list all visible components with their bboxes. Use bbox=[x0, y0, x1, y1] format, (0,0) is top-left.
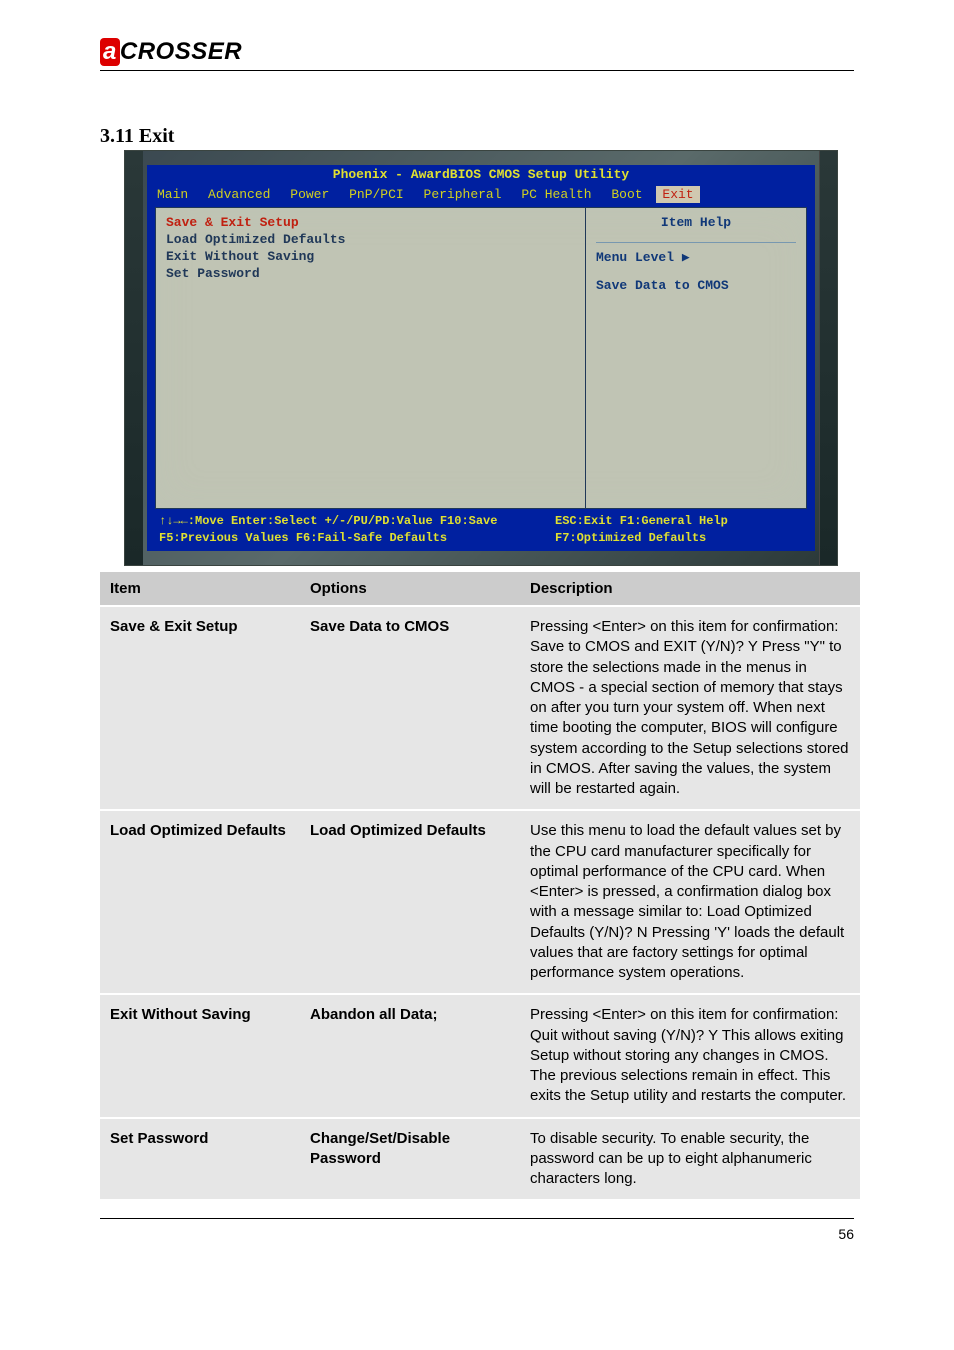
brand-logo: aCROSSER bbox=[100, 38, 854, 66]
bios-tab-advanced[interactable]: Advanced bbox=[202, 187, 276, 202]
page-number: 56 bbox=[838, 1226, 854, 1242]
bios-menu-level: Menu Level ▶ bbox=[596, 249, 796, 267]
td-description: Pressing <Enter> on this item for confir… bbox=[520, 994, 860, 1117]
monitor-bezel-left bbox=[125, 151, 143, 565]
bios-body: Save & Exit Setup Load Optimized Default… bbox=[155, 207, 807, 509]
settings-table: Item Options Description Save & Exit Set… bbox=[100, 572, 860, 1199]
td-item: Save & Exit Setup bbox=[100, 606, 300, 810]
td-item: Set Password bbox=[100, 1118, 300, 1200]
bios-tab-main[interactable]: Main bbox=[151, 187, 194, 202]
bios-menu-bar: Main Advanced Power PnP/PCI Peripheral P… bbox=[147, 185, 815, 205]
th-options: Options bbox=[300, 572, 520, 606]
bios-title: Phoenix - AwardBIOS CMOS Setup Utility bbox=[147, 165, 815, 185]
header-rule bbox=[100, 70, 854, 71]
td-item: Load Optimized Defaults bbox=[100, 810, 300, 994]
bios-footer-line1-right: ESC:Exit F1:General Help bbox=[555, 513, 728, 530]
table-row: Exit Without Saving Abandon all Data; Pr… bbox=[100, 994, 860, 1117]
bios-footer-line2-left: F5:Previous Values F6:Fail-Safe Defaults bbox=[155, 530, 555, 547]
table-row: Load Optimized Defaults Load Optimized D… bbox=[100, 810, 860, 994]
bios-item-load-optimized[interactable]: Load Optimized Defaults bbox=[166, 231, 575, 248]
bios-item-exit-nosave[interactable]: Exit Without Saving bbox=[166, 248, 575, 265]
logo-prefix: a bbox=[100, 38, 120, 66]
td-item: Exit Without Saving bbox=[100, 994, 300, 1117]
table-header-row: Item Options Description bbox=[100, 572, 860, 606]
table-row: Set Password Change/Set/Disable Password… bbox=[100, 1118, 860, 1200]
bios-screen: Phoenix - AwardBIOS CMOS Setup Utility M… bbox=[147, 165, 815, 551]
bios-tab-pnppci[interactable]: PnP/PCI bbox=[343, 187, 410, 202]
bios-tab-pchealth[interactable]: PC Health bbox=[515, 187, 597, 202]
bios-help-desc: Save Data to CMOS bbox=[596, 277, 796, 295]
td-options: Abandon all Data; bbox=[300, 994, 520, 1117]
bios-left-panel: Save & Exit Setup Load Optimized Default… bbox=[156, 208, 585, 508]
bios-footer-line2-right: F7:Optimized Defaults bbox=[555, 530, 706, 547]
page-footer-rule bbox=[100, 1218, 854, 1219]
bios-tab-exit[interactable]: Exit bbox=[656, 186, 699, 203]
table-row: Save & Exit Setup Save Data to CMOS Pres… bbox=[100, 606, 860, 810]
bios-footer: ↑↓→←:Move Enter:Select +/-/PU/PD:Value F… bbox=[155, 511, 807, 549]
logo-rest: CROSSER bbox=[120, 38, 242, 65]
th-item: Item bbox=[100, 572, 300, 606]
td-description: Use this menu to load the default values… bbox=[520, 810, 860, 994]
monitor-bezel-right bbox=[819, 151, 837, 565]
bios-tab-boot[interactable]: Boot bbox=[605, 187, 648, 202]
bios-item-save-exit[interactable]: Save & Exit Setup bbox=[166, 214, 575, 231]
bios-help-panel: Item Help Menu Level ▶ Save Data to CMOS bbox=[586, 208, 806, 508]
bios-screenshot: Phoenix - AwardBIOS CMOS Setup Utility M… bbox=[124, 150, 838, 566]
section-title: 3.11 Exit bbox=[100, 125, 174, 148]
bios-item-help-title: Item Help bbox=[596, 214, 796, 243]
td-options: Change/Set/Disable Password bbox=[300, 1118, 520, 1200]
bios-tab-power[interactable]: Power bbox=[284, 187, 335, 202]
bios-footer-line1-left: ↑↓→←:Move Enter:Select +/-/PU/PD:Value F… bbox=[155, 513, 555, 530]
bios-tab-peripheral[interactable]: Peripheral bbox=[418, 187, 508, 202]
td-description: To disable security. To enable security,… bbox=[520, 1118, 860, 1200]
td-options: Load Optimized Defaults bbox=[300, 810, 520, 994]
th-description: Description bbox=[520, 572, 860, 606]
td-options: Save Data to CMOS bbox=[300, 606, 520, 810]
bios-item-set-password[interactable]: Set Password bbox=[166, 265, 575, 282]
td-description: Pressing <Enter> on this item for confir… bbox=[520, 606, 860, 810]
